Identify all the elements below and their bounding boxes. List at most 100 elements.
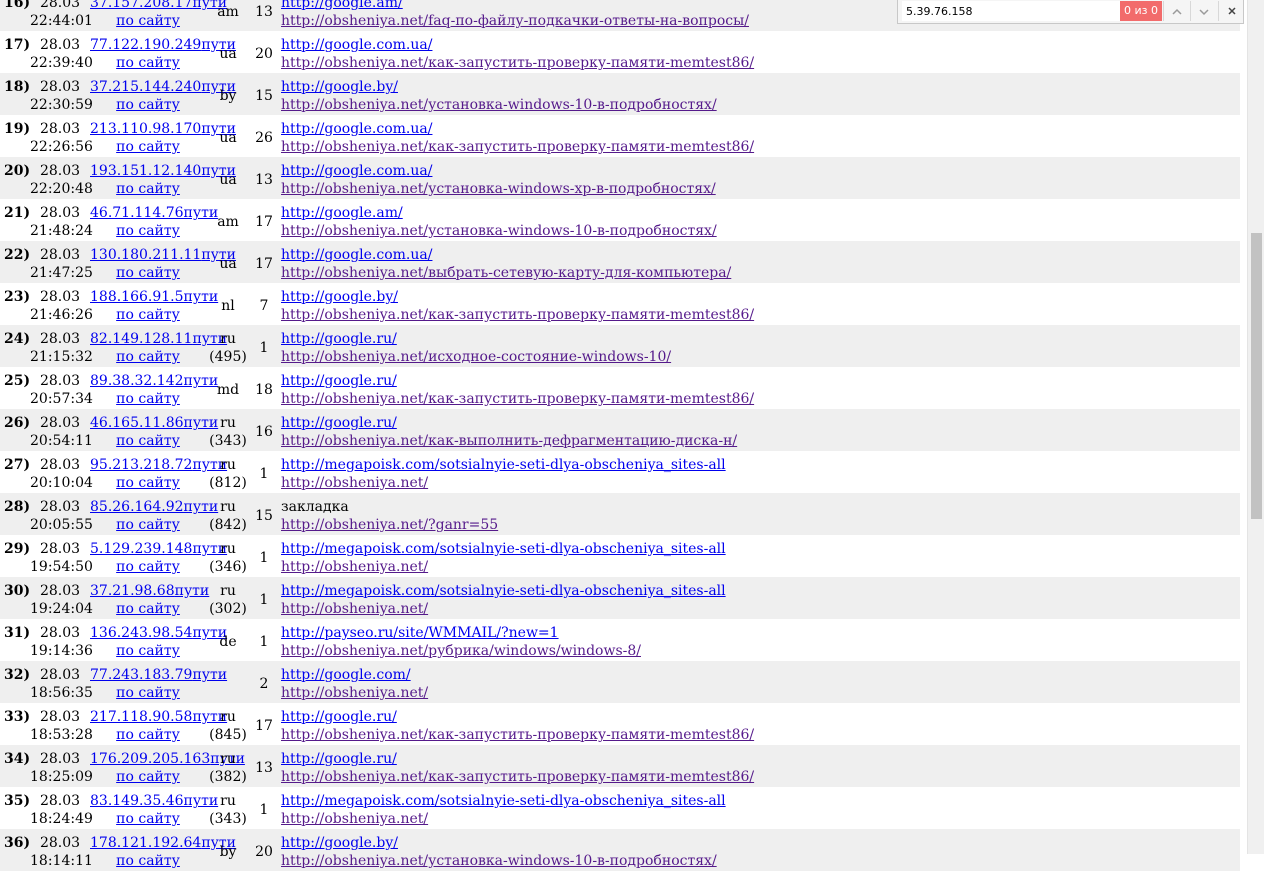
referrer-link[interactable]: http://google.com.ua/ bbox=[281, 246, 731, 264]
landing-page-link[interactable]: http://obsheniya.net/установка-windows-1… bbox=[281, 852, 717, 870]
ip-link[interactable]: 82.149.128.11 bbox=[90, 331, 192, 347]
ip-link[interactable]: 217.118.90.58 bbox=[90, 709, 192, 725]
ip-link[interactable]: 46.165.11.86 bbox=[90, 415, 184, 431]
ip-link[interactable]: 136.243.98.54 bbox=[90, 625, 192, 641]
landing-page-link[interactable]: http://obsheniya.net/как-выполнить-дефра… bbox=[281, 432, 737, 450]
visit-datetime: 28.03 18:24:49 bbox=[30, 792, 93, 828]
landing-page-link[interactable]: http://obsheniya.net/ bbox=[281, 600, 726, 618]
visit-datetime: 28.03 22:39:40 bbox=[30, 36, 93, 72]
ip-link[interactable]: 83.149.35.46 bbox=[90, 793, 184, 809]
country-code-value: am bbox=[217, 214, 239, 230]
ip-link[interactable]: 46.71.114.76 bbox=[90, 205, 184, 221]
ip-link[interactable]: 77.243.183.79 bbox=[90, 667, 192, 683]
ip-link[interactable]: 178.121.192.64 bbox=[90, 835, 201, 851]
visit-date: 28.03 bbox=[39, 751, 81, 767]
find-input[interactable] bbox=[902, 1, 1120, 21]
visit-count: 13 bbox=[255, 760, 273, 776]
ip-link[interactable]: 37.157.208.17 bbox=[90, 0, 192, 11]
table-row: 32) 28.03 18:56:35 77.243.183.79пути по сай… bbox=[0, 661, 1240, 703]
table-row: 26) 28.03 20:54:11 46.165.11.86пути по сайт… bbox=[0, 409, 1240, 451]
find-match-count: 0 из 0 bbox=[1120, 1, 1162, 21]
country-code-value: by bbox=[219, 844, 237, 860]
referrer-link[interactable]: http://google.by/ bbox=[281, 78, 717, 96]
ip-link[interactable]: 130.180.211.11 bbox=[90, 247, 201, 263]
landing-page-link[interactable]: http://obsheniya.net/ bbox=[281, 474, 726, 492]
referrer-link[interactable]: http://google.ru/ bbox=[281, 750, 754, 768]
landing-page-link[interactable]: http://obsheniya.net/ bbox=[281, 558, 726, 576]
landing-page-link[interactable]: http://obsheniya.net/ bbox=[281, 810, 726, 828]
ip-link[interactable]: 176.209.205.163 bbox=[90, 751, 210, 767]
landing-page-link[interactable]: http://obsheniya.net/установка-windows-1… bbox=[281, 222, 717, 240]
referrer-link[interactable]: http://google.com.ua/ bbox=[281, 162, 716, 180]
ip-link[interactable]: 213.110.98.170 bbox=[90, 121, 201, 137]
visit-date: 28.03 bbox=[39, 373, 81, 389]
landing-page-link[interactable]: http://obsheniya.net/установка-windows-1… bbox=[281, 96, 717, 114]
vertical-scrollbar[interactable] bbox=[1247, 0, 1264, 854]
referrer-link[interactable]: http://megapoisk.com/sotsialnyie-seti-dl… bbox=[281, 582, 726, 600]
table-row: 27) 28.03 20:10:04 95.213.218.72пути по сай… bbox=[0, 451, 1240, 493]
referrer-link[interactable]: http://payseo.ru/site/WMMAIL/?new=1 bbox=[281, 624, 641, 642]
visitor-ip: 89.38.32.142пути по сайту bbox=[90, 372, 218, 408]
referrer-link[interactable]: http://google.ru/ bbox=[281, 330, 671, 348]
referrer-link[interactable]: http://google.com.ua/ bbox=[281, 120, 754, 138]
referrer-link[interactable]: http://google.am/ bbox=[281, 0, 749, 12]
ip-link[interactable]: 193.151.12.140 bbox=[90, 163, 201, 179]
visit-time: 20:05:55 bbox=[30, 517, 93, 533]
landing-page-link[interactable]: http://obsheniya.net/как-запустить-прове… bbox=[281, 768, 754, 786]
ip-link[interactable]: 89.38.32.142 bbox=[90, 373, 184, 389]
ip-link[interactable]: 5.129.239.148 bbox=[90, 541, 192, 557]
find-previous-button[interactable] bbox=[1163, 1, 1190, 21]
referrer-link[interactable]: http://megapoisk.com/sotsialnyie-seti-dl… bbox=[281, 792, 726, 810]
visit-date: 28.03 bbox=[39, 289, 81, 305]
landing-page-link[interactable]: http://obsheniya.net/рубрика/windows/win… bbox=[281, 642, 641, 660]
referrer-link[interactable]: http://google.ru/ bbox=[281, 414, 737, 432]
referrer-link[interactable]: http://google.com/ bbox=[281, 666, 428, 684]
landing-page-link[interactable]: http://obsheniya.net/исходное-состояние-… bbox=[281, 348, 671, 366]
visit-datetime: 28.03 21:46:26 bbox=[30, 288, 93, 324]
table-row: 23) 28.03 21:46:26 188.166.91.5пути по сайт… bbox=[0, 283, 1240, 325]
ip-link[interactable]: 188.166.91.5 bbox=[90, 289, 184, 305]
region-code: (346) bbox=[209, 559, 247, 575]
country-code: de bbox=[206, 633, 250, 651]
referrer-link[interactable]: http://google.am/ bbox=[281, 204, 717, 222]
ip-link[interactable]: 95.213.218.72 bbox=[90, 457, 192, 473]
visit-date: 28.03 bbox=[39, 457, 81, 473]
landing-page-link[interactable]: http://obsheniya.net/faq-по-файлу-подкач… bbox=[281, 12, 749, 30]
referrer-and-page: http://google.am/http://obsheniya.net/fa… bbox=[281, 0, 749, 30]
ip-link[interactable]: 37.21.98.68 bbox=[90, 583, 175, 599]
find-close-button[interactable] bbox=[1218, 1, 1245, 21]
referrer-link[interactable]: http://google.by/ bbox=[281, 834, 717, 852]
landing-page-link[interactable]: http://obsheniya.net/как-запустить-прове… bbox=[281, 306, 754, 324]
referrer-link[interactable]: http://google.ru/ bbox=[281, 708, 754, 726]
scrollbar-thumb[interactable] bbox=[1251, 233, 1262, 519]
visit-count: 15 bbox=[255, 508, 273, 524]
row-number: 34) bbox=[4, 751, 31, 767]
landing-page-link[interactable]: http://obsheniya.net/выбрать-сетевую-кар… bbox=[281, 264, 731, 282]
ip-link[interactable]: 85.26.164.92 bbox=[90, 499, 184, 515]
referrer-link[interactable]: http://google.ru/ bbox=[281, 372, 754, 390]
visit-count: 15 bbox=[255, 88, 273, 104]
visit-date: 28.03 bbox=[39, 0, 81, 11]
find-next-button[interactable] bbox=[1190, 1, 1217, 21]
region-code: (812) bbox=[209, 475, 247, 491]
row-number: 30) bbox=[4, 583, 31, 599]
ip-link[interactable]: 37.215.144.240 bbox=[90, 79, 201, 95]
landing-page-link[interactable]: http://obsheniya.net/как-запустить-прове… bbox=[281, 138, 754, 156]
landing-page-link[interactable]: http://obsheniya.net/ bbox=[281, 684, 428, 702]
referrer-link[interactable]: http://google.com.ua/ bbox=[281, 36, 754, 54]
referrer-link[interactable]: http://google.by/ bbox=[281, 288, 754, 306]
referrer-link[interactable]: http://megapoisk.com/sotsialnyie-seti-dl… bbox=[281, 456, 726, 474]
landing-page-link[interactable]: http://obsheniya.net/как-запустить-прове… bbox=[281, 726, 754, 744]
landing-page-link[interactable]: http://obsheniya.net/установка-windows-x… bbox=[281, 180, 716, 198]
landing-page-link[interactable]: http://obsheniya.net/как-запустить-прове… bbox=[281, 390, 754, 408]
table-row: 22) 28.03 21:47:25 130.180.211.11пути по са… bbox=[0, 241, 1240, 283]
landing-page-link[interactable]: http://obsheniya.net/?ganr=55 bbox=[281, 516, 498, 534]
visit-count: 1 bbox=[259, 550, 269, 566]
visit-count: 1 bbox=[259, 592, 269, 608]
visit-count: 17 bbox=[255, 718, 273, 734]
ip-link[interactable]: 77.122.190.249 bbox=[90, 37, 201, 53]
landing-page-link[interactable]: http://obsheniya.net/как-запустить-прове… bbox=[281, 54, 754, 72]
country-code: ua bbox=[206, 45, 250, 63]
referrer-and-page: http://google.com.ua/http://obsheniya.ne… bbox=[281, 246, 731, 282]
referrer-link[interactable]: http://megapoisk.com/sotsialnyie-seti-dl… bbox=[281, 540, 726, 558]
